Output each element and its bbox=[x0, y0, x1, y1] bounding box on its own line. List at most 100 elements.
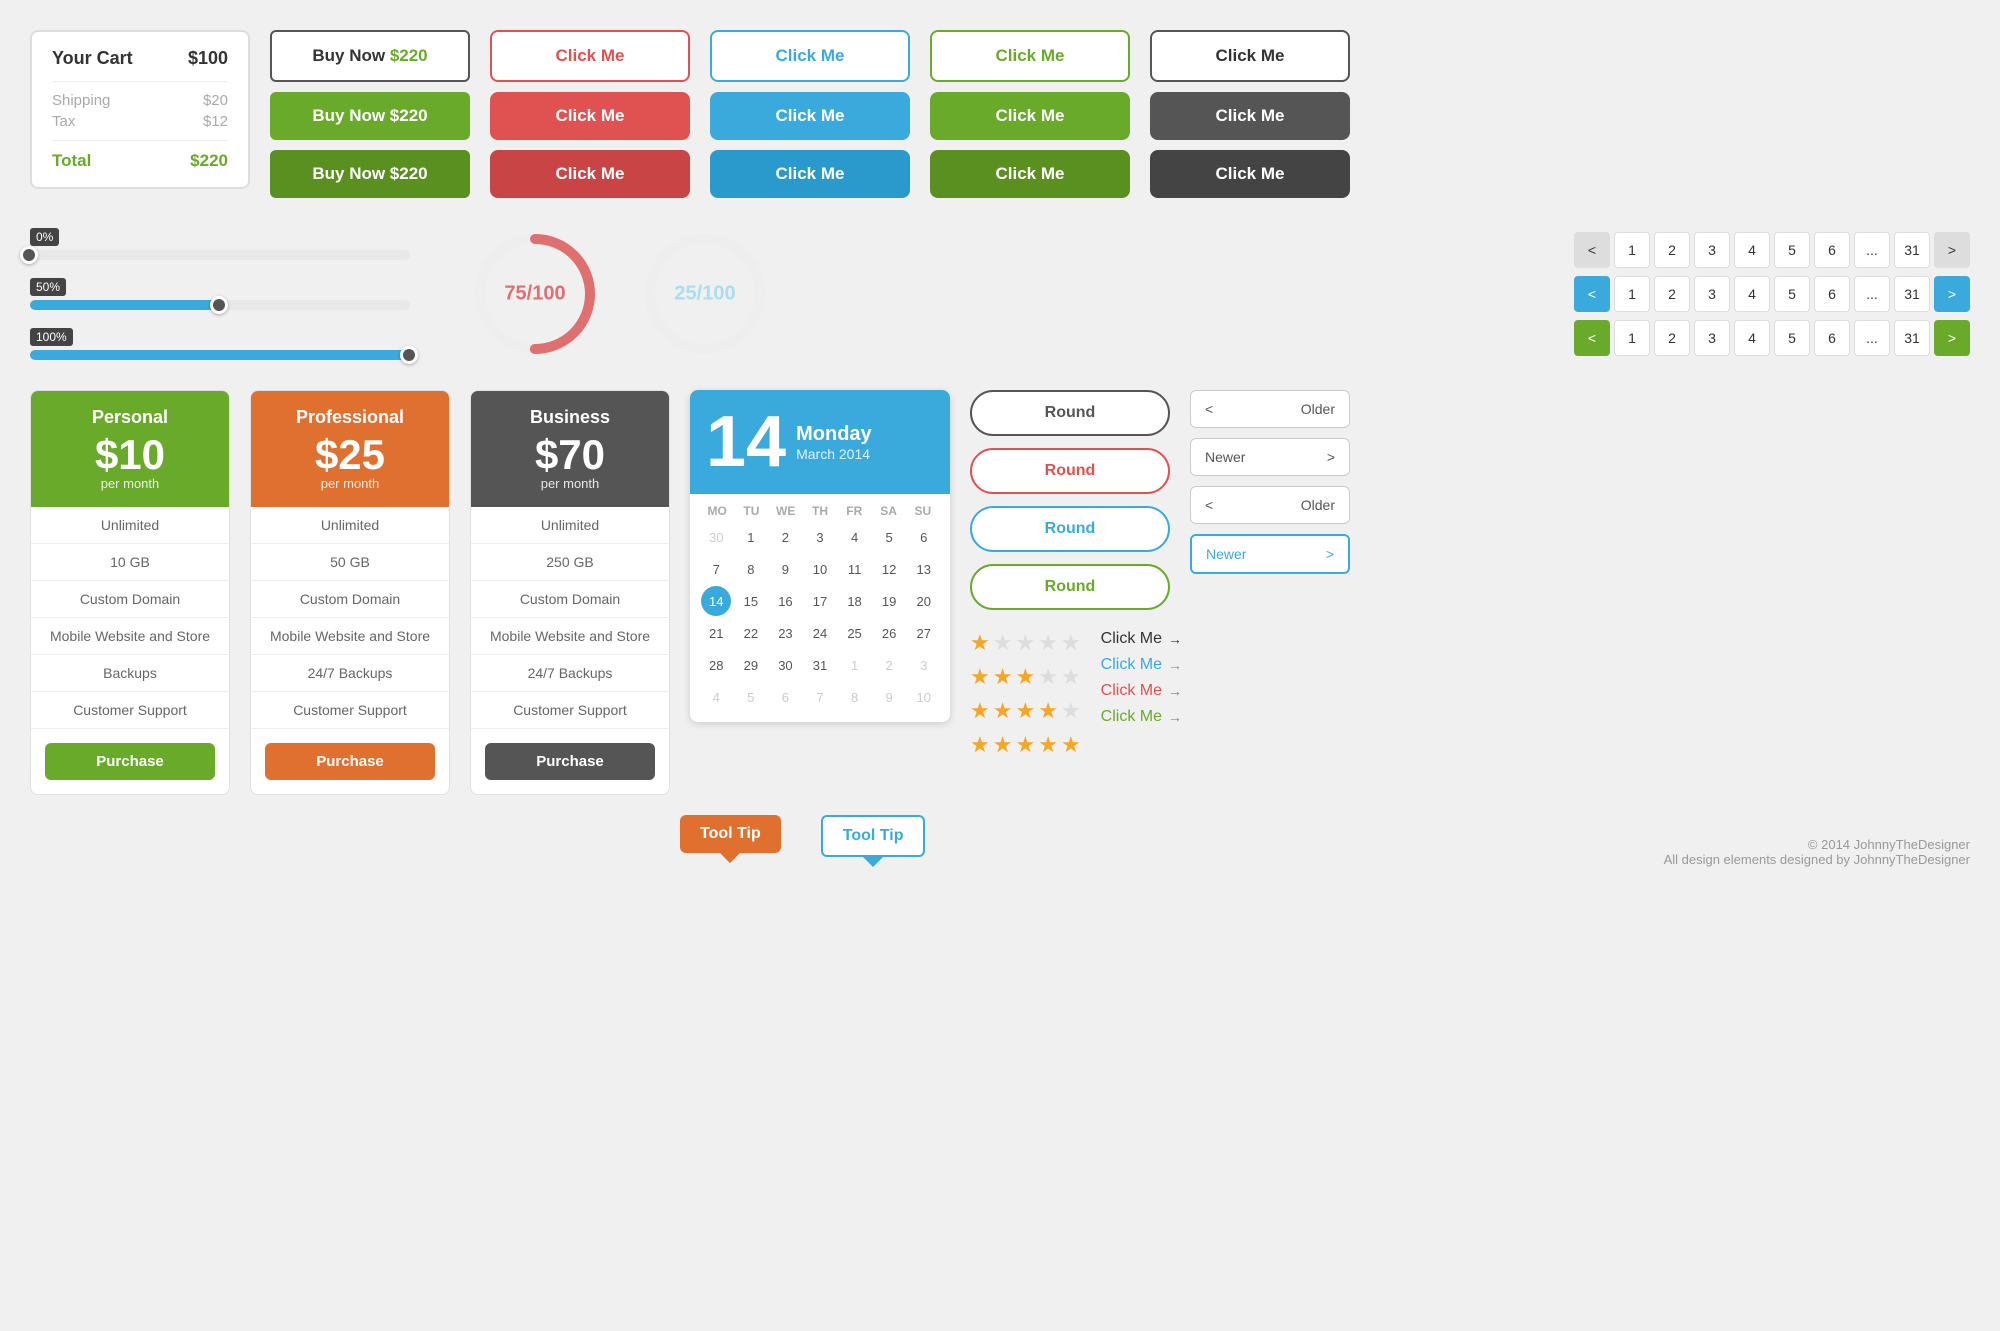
cal-day-30b[interactable]: 30 bbox=[770, 650, 800, 680]
progress-track-0[interactable] bbox=[30, 250, 410, 260]
cal-day-apr10[interactable]: 10 bbox=[909, 682, 939, 712]
progress-track-100[interactable] bbox=[30, 350, 410, 360]
progress-track-50[interactable] bbox=[30, 300, 410, 310]
click-me-red-filled-button[interactable]: Click Me bbox=[490, 92, 690, 140]
cal-day-20[interactable]: 20 bbox=[909, 586, 939, 616]
pagination-page-1-31[interactable]: 31 bbox=[1894, 232, 1930, 268]
cal-day-21[interactable]: 21 bbox=[701, 618, 731, 648]
cal-day-27[interactable]: 27 bbox=[909, 618, 939, 648]
cal-day-apr4[interactable]: 4 bbox=[701, 682, 731, 712]
click-me-charcoal-filled-button[interactable]: Click Me bbox=[1150, 92, 1350, 140]
star-1-4[interactable]: ★ bbox=[1038, 630, 1058, 656]
star-2-5[interactable]: ★ bbox=[1061, 664, 1081, 690]
pagination-page-3-3[interactable]: 3 bbox=[1694, 320, 1730, 356]
star-3-5[interactable]: ★ bbox=[1061, 698, 1081, 724]
star-1-1[interactable]: ★ bbox=[970, 630, 990, 656]
star-2-3[interactable]: ★ bbox=[1015, 664, 1035, 690]
star-2-2[interactable]: ★ bbox=[993, 664, 1013, 690]
purchase-personal-button[interactable]: Purchase bbox=[45, 743, 215, 780]
cal-day-30[interactable]: 30 bbox=[701, 522, 731, 552]
cal-day-11[interactable]: 11 bbox=[840, 554, 870, 584]
pagination-page-1-2[interactable]: 2 bbox=[1654, 232, 1690, 268]
star-1-3[interactable]: ★ bbox=[1015, 630, 1035, 656]
star-3-4[interactable]: ★ bbox=[1038, 698, 1058, 724]
cal-day-15[interactable]: 15 bbox=[736, 586, 766, 616]
click-me-green-dark-button[interactable]: Click Me bbox=[930, 150, 1130, 198]
pagination-next-2[interactable]: > bbox=[1934, 276, 1970, 312]
cal-day-apr3[interactable]: 3 bbox=[909, 650, 939, 680]
link-blue[interactable]: Click Me → bbox=[1101, 656, 1182, 674]
pagination-page-3-5[interactable]: 5 bbox=[1774, 320, 1810, 356]
click-me-charcoal-dark-button[interactable]: Click Me bbox=[1150, 150, 1350, 198]
cal-day-apr1[interactable]: 1 bbox=[840, 650, 870, 680]
cal-day-16[interactable]: 16 bbox=[770, 586, 800, 616]
click-me-blue-outline-button[interactable]: Click Me bbox=[710, 30, 910, 82]
nav-newer-2[interactable]: Newer > bbox=[1190, 534, 1350, 574]
progress-thumb-100[interactable] bbox=[400, 346, 418, 364]
cal-day-4[interactable]: 4 bbox=[840, 522, 870, 552]
pagination-page-3-1[interactable]: 1 bbox=[1614, 320, 1650, 356]
pagination-page-3-6[interactable]: 6 bbox=[1814, 320, 1850, 356]
star-4-2[interactable]: ★ bbox=[993, 732, 1013, 758]
purchase-business-button[interactable]: Purchase bbox=[485, 743, 655, 780]
cal-day-6[interactable]: 6 bbox=[909, 522, 939, 552]
cal-day-5[interactable]: 5 bbox=[874, 522, 904, 552]
cal-day-10[interactable]: 10 bbox=[805, 554, 835, 584]
pagination-page-2-31[interactable]: 31 bbox=[1894, 276, 1930, 312]
pagination-page-2-6[interactable]: 6 bbox=[1814, 276, 1850, 312]
click-me-green-outline-button[interactable]: Click Me bbox=[930, 30, 1130, 82]
pagination-prev-2[interactable]: < bbox=[1574, 276, 1610, 312]
cal-day-14-today[interactable]: 14 bbox=[701, 586, 731, 616]
buy-now-outline-button[interactable]: Buy Now $220 bbox=[270, 30, 470, 82]
buy-now-green-dark-button[interactable]: Buy Now $220 bbox=[270, 150, 470, 198]
star-2-4[interactable]: ★ bbox=[1038, 664, 1058, 690]
click-me-green-filled-button[interactable]: Click Me bbox=[930, 92, 1130, 140]
round-button-green[interactable]: Round bbox=[970, 564, 1170, 610]
pagination-next-1[interactable]: > bbox=[1934, 232, 1970, 268]
pagination-page-2-4[interactable]: 4 bbox=[1734, 276, 1770, 312]
pagination-page-1-3[interactable]: 3 bbox=[1694, 232, 1730, 268]
cal-day-apr6[interactable]: 6 bbox=[770, 682, 800, 712]
star-4-4[interactable]: ★ bbox=[1038, 732, 1058, 758]
pagination-next-3[interactable]: > bbox=[1934, 320, 1970, 356]
click-me-blue-dark-button[interactable]: Click Me bbox=[710, 150, 910, 198]
pagination-page-1-4[interactable]: 4 bbox=[1734, 232, 1770, 268]
pagination-page-3-31[interactable]: 31 bbox=[1894, 320, 1930, 356]
cal-day-28[interactable]: 28 bbox=[701, 650, 731, 680]
round-button-dark[interactable]: Round bbox=[970, 390, 1170, 436]
pagination-page-2-3[interactable]: 3 bbox=[1694, 276, 1730, 312]
click-me-red-outline-button[interactable]: Click Me bbox=[490, 30, 690, 82]
pagination-page-2-2[interactable]: 2 bbox=[1654, 276, 1690, 312]
cal-day-17[interactable]: 17 bbox=[805, 586, 835, 616]
pagination-prev-3[interactable]: < bbox=[1574, 320, 1610, 356]
progress-thumb-0[interactable] bbox=[20, 246, 38, 264]
cal-day-22[interactable]: 22 bbox=[736, 618, 766, 648]
cal-day-19[interactable]: 19 bbox=[874, 586, 904, 616]
round-button-red[interactable]: Round bbox=[970, 448, 1170, 494]
nav-newer-1[interactable]: Newer > bbox=[1190, 438, 1350, 476]
click-me-red-dark-button[interactable]: Click Me bbox=[490, 150, 690, 198]
cal-day-7[interactable]: 7 bbox=[701, 554, 731, 584]
cal-day-apr9[interactable]: 9 bbox=[874, 682, 904, 712]
cal-day-25[interactable]: 25 bbox=[840, 618, 870, 648]
nav-older-2[interactable]: < Older bbox=[1190, 486, 1350, 524]
pagination-page-1-5[interactable]: 5 bbox=[1774, 232, 1810, 268]
pagination-page-3-2[interactable]: 2 bbox=[1654, 320, 1690, 356]
pagination-page-2-1[interactable]: 1 bbox=[1614, 276, 1650, 312]
cal-day-2[interactable]: 2 bbox=[770, 522, 800, 552]
star-1-5[interactable]: ★ bbox=[1061, 630, 1081, 656]
progress-thumb-50[interactable] bbox=[210, 296, 228, 314]
buy-now-green-button[interactable]: Buy Now $220 bbox=[270, 92, 470, 140]
star-4-1[interactable]: ★ bbox=[970, 732, 990, 758]
cal-day-apr2[interactable]: 2 bbox=[874, 650, 904, 680]
cal-day-1[interactable]: 1 bbox=[736, 522, 766, 552]
cal-day-3[interactable]: 3 bbox=[805, 522, 835, 552]
pagination-prev-1[interactable]: < bbox=[1574, 232, 1610, 268]
pagination-page-1-1[interactable]: 1 bbox=[1614, 232, 1650, 268]
star-3-1[interactable]: ★ bbox=[970, 698, 990, 724]
cal-day-9[interactable]: 9 bbox=[770, 554, 800, 584]
star-1-2[interactable]: ★ bbox=[993, 630, 1013, 656]
cal-day-apr8[interactable]: 8 bbox=[840, 682, 870, 712]
star-3-3[interactable]: ★ bbox=[1015, 698, 1035, 724]
click-me-blue-filled-button[interactable]: Click Me bbox=[710, 92, 910, 140]
